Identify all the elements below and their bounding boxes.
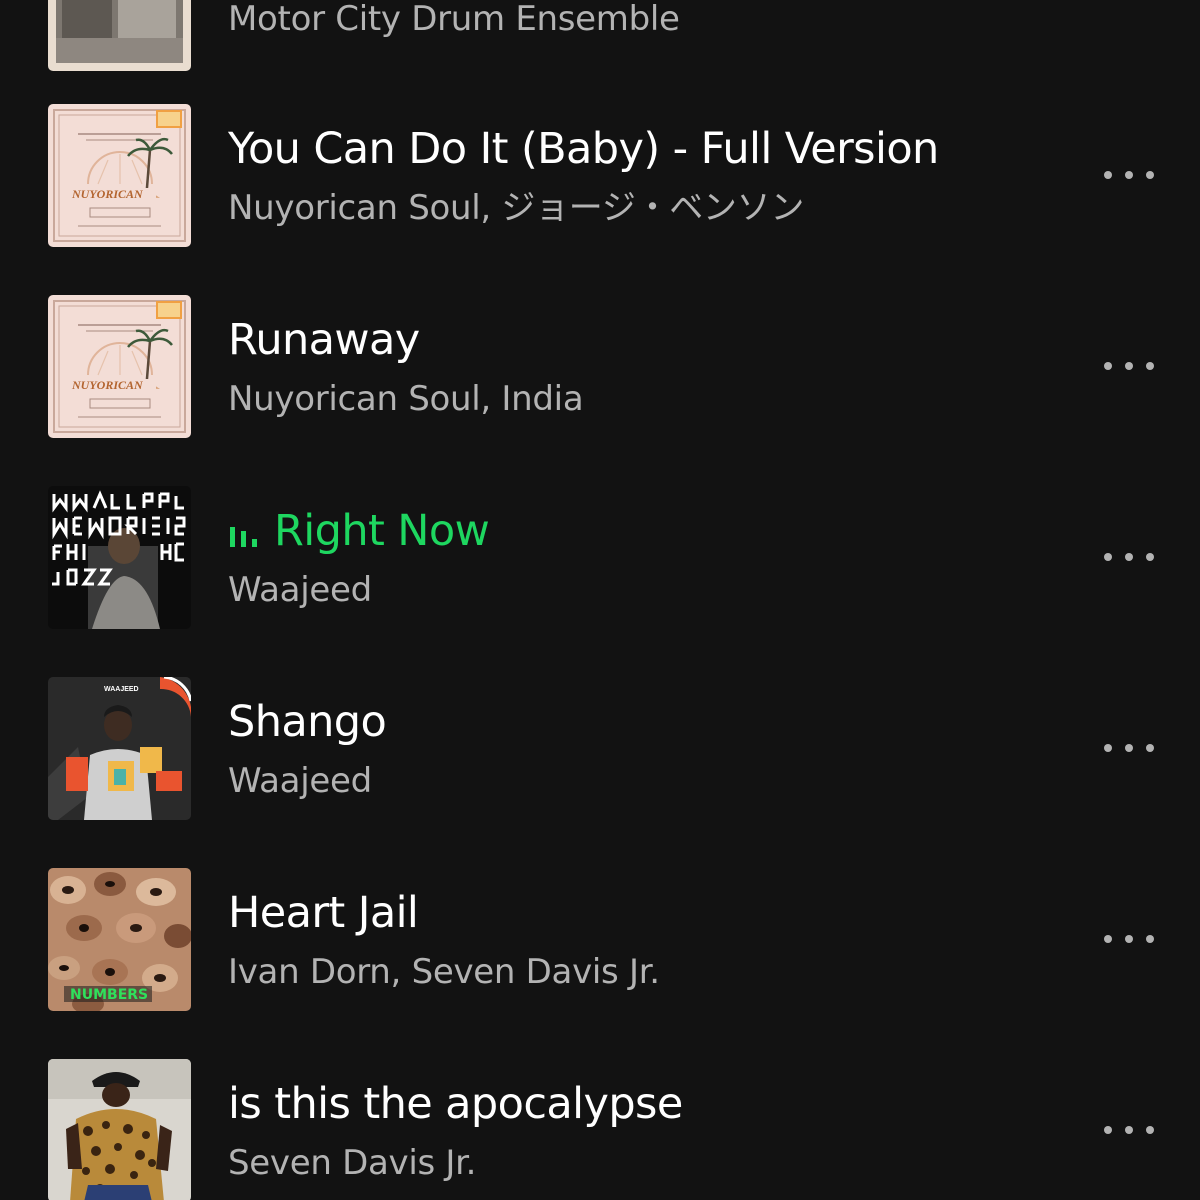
track-title: Runaway: [228, 315, 420, 365]
more-options-button[interactable]: [1096, 728, 1162, 768]
track-row[interactable]: NUMBERS Heart Jail Ivan Dorn, Seven Davi…: [0, 859, 1200, 1050]
track-artist: Waajeed: [228, 761, 372, 801]
track-row[interactable]: NUYORICAN You Can Do It (Baby) - Full Ve…: [0, 95, 1200, 286]
nuyorican-soul-album-cover: NUYORICAN: [48, 295, 191, 438]
nuyorican-soul-album-cover: NUYORICAN: [48, 104, 191, 247]
waajeed-memoirs-album-cover: [48, 486, 191, 629]
track-title: Right Now: [228, 506, 490, 556]
track-title: Heart Jail: [228, 888, 419, 938]
track-artist: Nuyorican Soul, India: [228, 379, 584, 419]
more-options-button[interactable]: [1096, 919, 1162, 959]
more-options-button[interactable]: [1096, 155, 1162, 195]
track-title-text: Right Now: [274, 506, 490, 556]
track-title: is this the apocalypse: [228, 1079, 683, 1129]
track-row[interactable]: WAAJEED Shango Waajeed: [0, 668, 1200, 859]
svg-text:NUYORICAN: NUYORICAN: [71, 187, 144, 201]
ellipsis-dot-icon: [1104, 553, 1112, 561]
more-options-button[interactable]: [1096, 346, 1162, 386]
ellipsis-dot-icon: [1125, 171, 1133, 179]
track-artist: Waajeed: [228, 570, 372, 610]
svg-text:NUMBERS: NUMBERS: [70, 987, 148, 1003]
waajeed-shango-album-cover: WAAJEED: [48, 677, 191, 820]
track-list: Motor City Drum Ensemble NUYORICAN You C…: [0, 0, 1200, 1200]
ellipsis-dot-icon: [1104, 744, 1112, 752]
now-playing-equalizer-icon: [230, 527, 257, 547]
ellipsis-dot-icon: [1146, 553, 1154, 561]
ellipsis-dot-icon: [1146, 744, 1154, 752]
seven-davis-album-cover: [48, 1059, 191, 1200]
ellipsis-dot-icon: [1125, 553, 1133, 561]
track-row[interactable]: is this the apocalypse Seven Davis Jr.: [0, 1050, 1200, 1200]
ellipsis-dot-icon: [1146, 935, 1154, 943]
track-row[interactable]: NUYORICAN Runaway Nuyorican Soul, India: [0, 286, 1200, 477]
ellipsis-dot-icon: [1104, 1126, 1112, 1134]
svg-text:NUYORICAN: NUYORICAN: [71, 378, 144, 392]
more-options-button[interactable]: [1096, 1110, 1162, 1150]
ellipsis-dot-icon: [1125, 744, 1133, 752]
ellipsis-dot-icon: [1104, 171, 1112, 179]
numbers-album-cover: NUMBERS: [48, 868, 191, 1011]
track-artist: Ivan Dorn, Seven Davis Jr.: [228, 952, 660, 992]
ellipsis-dot-icon: [1146, 1126, 1154, 1134]
svg-text:WAAJEED: WAAJEED: [104, 686, 139, 693]
ellipsis-dot-icon: [1125, 1126, 1133, 1134]
track-artist: Motor City Drum Ensemble: [228, 0, 680, 39]
track-row-now-playing[interactable]: Right Now Waajeed: [0, 477, 1200, 668]
ellipsis-dot-icon: [1125, 362, 1133, 370]
more-options-button[interactable]: [1096, 537, 1162, 577]
track-row[interactable]: Motor City Drum Ensemble: [0, 0, 1200, 95]
ellipsis-dot-icon: [1146, 362, 1154, 370]
ellipsis-dot-icon: [1104, 935, 1112, 943]
track-title: Shango: [228, 697, 387, 747]
ellipsis-dot-icon: [1125, 935, 1133, 943]
motor-city-album-cover: [48, 0, 191, 71]
track-artist: Nuyorican Soul, ジョージ・ベンソン: [228, 188, 805, 228]
track-artist: Seven Davis Jr.: [228, 1143, 477, 1183]
ellipsis-dot-icon: [1146, 171, 1154, 179]
ellipsis-dot-icon: [1104, 362, 1112, 370]
track-title: You Can Do It (Baby) - Full Version: [228, 124, 939, 174]
